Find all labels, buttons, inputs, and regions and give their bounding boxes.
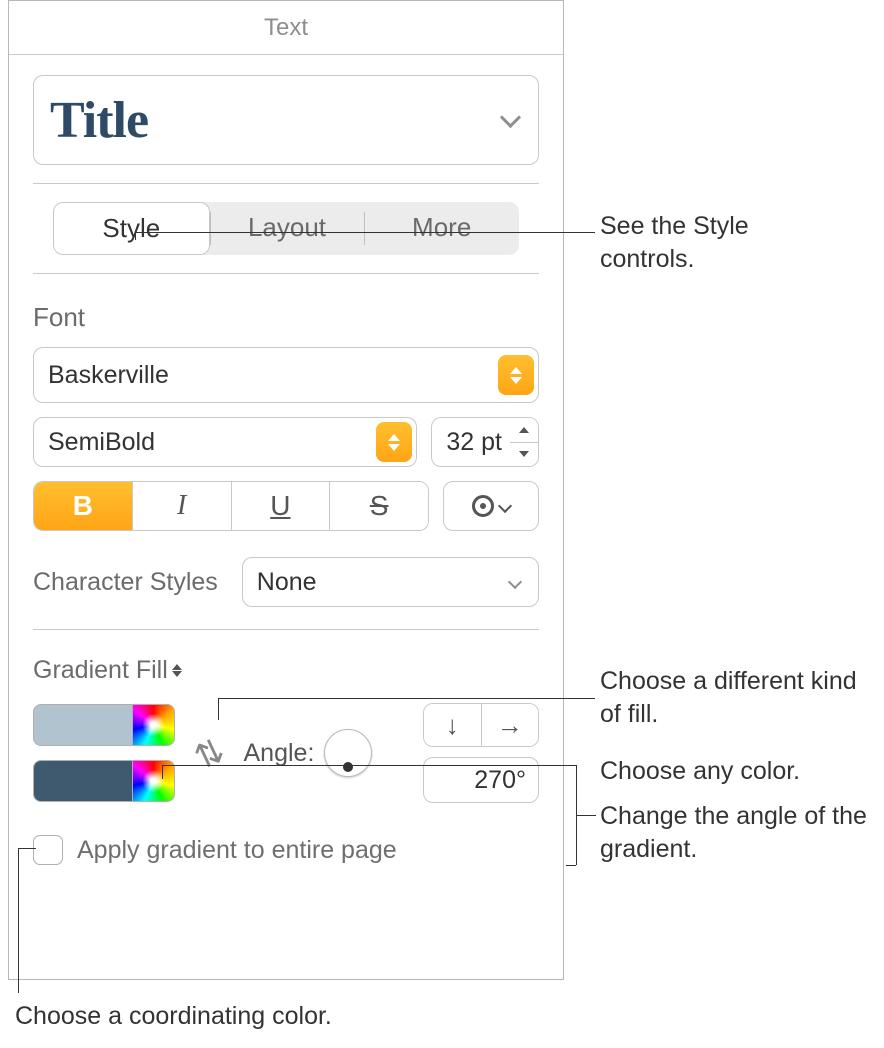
bold-button[interactable]: B: [34, 482, 132, 530]
callout-lead: [218, 698, 219, 720]
tab-layout[interactable]: Layout: [210, 202, 365, 255]
chevron-down-icon: [503, 110, 518, 130]
font-section-label: Font: [33, 302, 539, 333]
character-style-popup[interactable]: None: [242, 557, 539, 607]
paragraph-style-popup[interactable]: Title: [33, 75, 539, 165]
font-size-stepper[interactable]: [431, 417, 539, 467]
fill-type-popup[interactable]: Gradient Fill: [33, 656, 182, 685]
direction-down-button[interactable]: ↓: [424, 704, 481, 746]
callout-fill-kind: Choose a different kind of fill.: [600, 665, 860, 730]
chevron-down-icon: [510, 562, 534, 602]
font-size-value[interactable]: [432, 428, 510, 457]
gradient-end-color[interactable]: [33, 760, 133, 802]
callout-lead: [218, 698, 595, 699]
gear-icon: [472, 495, 494, 517]
callout-lead: [162, 765, 163, 779]
angle-dial[interactable]: [324, 729, 372, 777]
font-family-popup[interactable]: Baskerville: [33, 347, 539, 403]
panel-body: Title Style Layout More Font Baskerville…: [9, 55, 563, 889]
callout-lead: [18, 848, 19, 993]
swap-colors-button[interactable]: ⇄: [184, 730, 234, 776]
divider: [33, 183, 539, 184]
direction-buttons: ↓ →: [423, 703, 539, 747]
divider: [33, 629, 539, 630]
updown-icon: [376, 422, 412, 462]
italic-button[interactable]: I: [132, 482, 231, 530]
callout-style: See the Style controls.: [600, 210, 850, 275]
fill-type-label: Gradient Fill: [33, 656, 168, 685]
strike-button[interactable]: S: [329, 482, 428, 530]
callout-coord-color: Choose a coordinating color.: [15, 1000, 332, 1033]
angle-field[interactable]: 270°: [423, 757, 539, 803]
underline-button[interactable]: U: [231, 482, 330, 530]
font-family-value: Baskerville: [48, 361, 169, 390]
callout-lead: [135, 232, 595, 233]
color-picker-button[interactable]: [133, 760, 175, 802]
color-picker-button[interactable]: [133, 704, 175, 746]
callout-lead: [135, 232, 136, 240]
font-weight-value: SemiBold: [48, 428, 155, 457]
advanced-options-button[interactable]: [443, 481, 539, 531]
character-style-value: None: [257, 568, 317, 597]
gradient-start-color[interactable]: [33, 704, 133, 746]
panel-title: Text: [9, 1, 563, 55]
tab-more[interactable]: More: [364, 202, 519, 255]
step-down-icon[interactable]: [510, 443, 538, 467]
angle-label: Angle:: [244, 739, 315, 768]
character-styles-label: Character Styles: [33, 568, 218, 597]
callout-lead: [162, 765, 577, 766]
callout-bracket: [566, 765, 576, 766]
gradient-editor: ⇄ Angle: ↓ → 270°: [33, 703, 539, 803]
chevron-down-icon: [498, 499, 512, 513]
divider: [33, 273, 539, 274]
gradient-swatches: [33, 704, 175, 802]
angle-value: 270°: [474, 766, 526, 795]
updown-icon: [498, 355, 534, 395]
callout-any-color: Choose any color.: [600, 755, 860, 788]
tab-bar: Style Layout More: [53, 202, 519, 255]
direction-right-button[interactable]: →: [481, 704, 539, 746]
callout-lead: [18, 848, 36, 849]
font-weight-popup[interactable]: SemiBold: [33, 417, 417, 467]
callout-bracket: [566, 865, 576, 866]
text-style-group: B I U S: [33, 481, 429, 531]
updown-icon: [172, 664, 182, 677]
step-up-icon[interactable]: [510, 418, 538, 443]
callout-angle: Change the angle of the gradient.: [600, 800, 870, 865]
callout-lead: [576, 815, 596, 816]
tab-style[interactable]: Style: [53, 202, 210, 255]
text-inspector-panel: Text Title Style Layout More Font Basker…: [8, 0, 564, 980]
apply-page-checkbox[interactable]: [33, 835, 63, 865]
apply-page-label: Apply gradient to entire page: [77, 836, 397, 865]
paragraph-style-name: Title: [50, 91, 148, 150]
